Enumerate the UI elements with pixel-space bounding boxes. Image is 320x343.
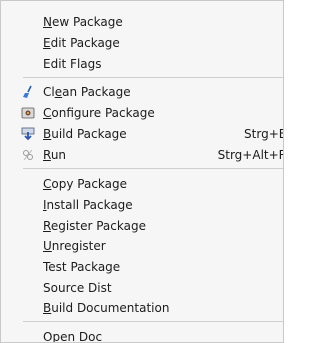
mnemonic-letter: R [43,148,51,162]
mnemonic-letter: O [43,330,53,343]
menu-item-label: Edit Flags [43,57,102,71]
menu-item-register-package[interactable]: Register Package [1,216,283,236]
menu-item-test-package[interactable]: Test Package [1,257,283,277]
menu-item-run[interactable]: Run Strg+Alt+R [1,145,284,165]
menu-item-label: Unregister [43,239,106,253]
menu-item-shortcut: Strg+Alt+R [217,148,284,162]
configure-icon [21,106,35,120]
menu-item-install-package[interactable]: Install Package [1,195,283,215]
menu-item-build-package[interactable]: Build Package Strg+B [1,124,284,144]
mnemonic-letter: E [43,36,51,50]
menu-item-label: Edit Package [43,36,120,50]
run-icon [21,148,35,162]
menu-item-label: Run [43,148,67,162]
mnemonic-letter: C [43,177,52,191]
menu-item-label: Source Dist [43,281,112,295]
broom-icon [21,85,35,99]
menu-item-label: Open Doc [43,330,103,343]
menu-item-label: Configure Package [43,106,155,120]
menu-item-new-package[interactable]: New Package [1,12,283,32]
menu-item-copy-package[interactable]: Copy Package [1,174,283,194]
mnemonic-letter: B [43,127,52,141]
menu-item-label: Install Package [43,198,133,212]
build-icon [21,127,35,141]
menu-item-label: Register Package [43,219,146,233]
menu-separator [23,321,283,322]
mnemonic-letter: N [43,15,52,29]
menu-item-shortcut: Strg+B [244,127,284,141]
menu-item-label: Test Package [43,260,121,274]
package-context-menu: New Package Edit Package Edit Flags Clea… [0,0,284,343]
mnemonic-letter: U [43,239,52,253]
menu-separator [23,168,283,169]
menu-item-edit-package[interactable]: Edit Package [1,33,283,53]
menu-item-label: New Package [43,15,123,29]
menu-item-label: Copy Package [43,177,128,191]
menu-item-edit-flags[interactable]: Edit Flags [1,54,283,74]
mnemonic-letter: C [43,106,52,120]
menu-separator [23,77,283,78]
mnemonic-letter: B [43,301,52,315]
menu-item-unregister[interactable]: Unregister [1,236,283,256]
menu-item-label: Build Documentation [43,301,170,315]
mnemonic-letter: e [54,85,63,99]
menu-item-build-documentation[interactable]: Build Documentation [1,298,283,318]
menu-item-configure-package[interactable]: Configure Package [1,103,283,123]
menu-item-clean-package[interactable]: Clean Package [1,82,283,102]
menu-item-source-dist[interactable]: Source Dist [1,278,283,298]
menu-item-label: Build Package [43,127,127,141]
mnemonic-letter: I [43,198,47,212]
menu-item-open-doc[interactable]: Open Doc [1,327,283,343]
mnemonic-letter: R [43,219,51,233]
menu-item-label: Clean Package [43,85,131,99]
